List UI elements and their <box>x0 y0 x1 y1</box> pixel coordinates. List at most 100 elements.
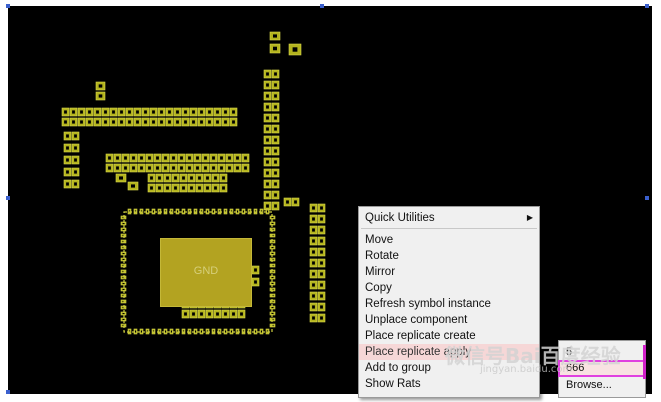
pad-hole <box>240 312 243 316</box>
pad-hole <box>320 206 323 210</box>
pad-hole <box>164 166 167 170</box>
pad-hole <box>224 110 227 114</box>
pad-hole <box>273 46 277 51</box>
pad-hole <box>271 222 274 225</box>
pad-hole <box>254 330 257 333</box>
pad-hole <box>98 94 103 98</box>
menu-item-copy[interactable]: Copy <box>359 280 539 296</box>
gnd-thermal-pad: GND <box>160 238 252 307</box>
pad-hole <box>176 210 179 213</box>
pad-hole <box>134 330 137 333</box>
pad-hole <box>119 176 123 180</box>
pad-hole <box>200 120 203 124</box>
pad-hole <box>244 166 247 170</box>
pad-hole <box>320 228 323 232</box>
pad-hole <box>64 120 67 124</box>
pad-hole <box>176 120 179 124</box>
pad-hole <box>124 166 127 170</box>
pad-hole <box>222 186 225 190</box>
menu-item-move[interactable]: Move <box>359 232 539 248</box>
pad-hole <box>180 166 183 170</box>
pad-hole <box>204 166 207 170</box>
pad-hole <box>274 116 277 120</box>
pad-hole <box>292 47 298 52</box>
pad-hole <box>224 312 227 316</box>
pad-hole <box>260 330 263 333</box>
pad-hole <box>104 110 107 114</box>
selection-corner-marker <box>645 196 649 200</box>
pad-hole <box>122 318 125 321</box>
pad-hole <box>274 149 277 153</box>
pad-hole <box>206 186 209 190</box>
pad-hole <box>266 182 269 186</box>
pad-hole <box>200 330 203 333</box>
pcb-layout-canvas[interactable]: GND <box>8 6 652 394</box>
pad-hole <box>266 116 269 120</box>
menu-item-rotate[interactable]: Rotate <box>359 248 539 264</box>
pad-hole <box>72 110 75 114</box>
pad-hole <box>104 120 107 124</box>
pad-hole <box>120 120 123 124</box>
pad-hole <box>198 176 201 180</box>
menu-item-unplace-component[interactable]: Unplace component <box>359 312 539 328</box>
pad-hole <box>122 252 125 255</box>
pad-hole <box>228 166 231 170</box>
pad-hole <box>271 216 274 219</box>
pad-hole <box>220 166 223 170</box>
pad-hole <box>312 239 315 243</box>
pad-hole <box>312 316 315 320</box>
pad-hole <box>148 156 151 160</box>
menu-item-show-rats[interactable]: Show Rats <box>359 376 539 392</box>
pad-hole <box>160 120 163 124</box>
pcb-footprint-drawing <box>61 31 326 335</box>
pad-hole <box>320 217 323 221</box>
pad-hole <box>312 272 315 276</box>
pad-hole <box>320 305 323 309</box>
pad-hole <box>222 176 225 180</box>
pad-hole <box>312 283 315 287</box>
pad-hole <box>216 110 219 114</box>
pad-hole <box>274 83 277 87</box>
pad-hole <box>224 330 227 333</box>
pad-hole <box>196 156 199 160</box>
pad-hole <box>188 156 191 160</box>
pad-hole <box>266 149 269 153</box>
pad-hole <box>274 160 277 164</box>
pad-hole <box>274 204 277 208</box>
pad-hole <box>208 120 211 124</box>
menu-item-quick-utilities[interactable]: Quick Utilities ▶ <box>359 210 539 226</box>
selection-corner-marker <box>6 4 10 8</box>
pad-hole <box>170 330 173 333</box>
pad-hole <box>266 204 269 208</box>
selection-highlight-bar <box>643 345 646 379</box>
pad-hole <box>122 312 125 315</box>
menu-item-refresh-symbol-instance[interactable]: Refresh symbol instance <box>359 296 539 312</box>
pad-hole <box>168 110 171 114</box>
pad-hole <box>274 105 277 109</box>
pad-hole <box>184 110 187 114</box>
pad-hole <box>312 228 315 232</box>
pad-hole <box>174 176 177 180</box>
pad-hole <box>312 261 315 265</box>
pad-hole <box>182 176 185 180</box>
gnd-label: GND <box>193 265 219 277</box>
pad-hole <box>214 186 217 190</box>
pad-hole <box>274 72 277 76</box>
pad-hole <box>74 158 77 162</box>
selection-corner-marker <box>6 390 10 394</box>
submenu-item-browse[interactable]: Browse... <box>559 378 645 393</box>
menu-item-mirror[interactable]: Mirror <box>359 264 539 280</box>
pad-hole <box>274 182 277 186</box>
pad-hole <box>254 280 257 284</box>
pad-hole <box>312 206 315 210</box>
pad-hole <box>74 146 77 150</box>
pad-hole <box>208 312 211 316</box>
pad-hole <box>216 120 219 124</box>
pad-hole <box>266 160 269 164</box>
pad-hole <box>120 110 123 114</box>
pad-hole <box>128 120 131 124</box>
pad-hole <box>116 166 119 170</box>
pad-hole <box>72 120 75 124</box>
pad-hole <box>184 312 187 316</box>
pad-hole <box>156 166 159 170</box>
